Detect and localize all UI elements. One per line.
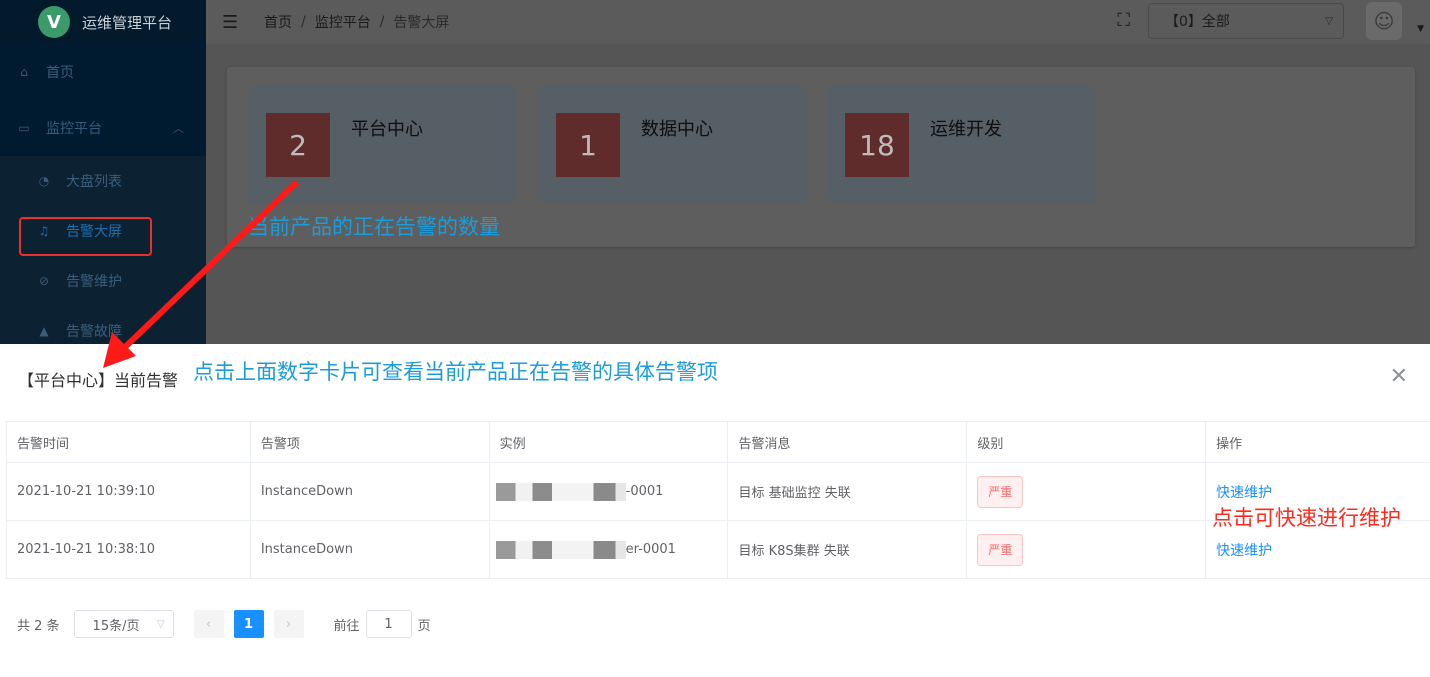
next-page-button[interactable]: › [273,610,304,638]
menu-toggle-icon[interactable]: ☰ [222,12,242,33]
redacted-block [495,482,626,501]
page-size-select[interactable]: 15条/页 ▽ [73,610,174,638]
chevron-up-icon: ︿ [173,122,184,135]
breadcrumb-monitor[interactable]: 监控平台 [315,12,371,32]
dialog-title: 【平台中心】当前告警 [18,371,179,390]
quick-maintain-link[interactable]: 快速维护 [1216,482,1272,502]
page-number[interactable]: 1 [233,610,264,638]
sidebar-item-dashboard-list[interactable]: ◔ 大盘列表 [0,156,206,206]
alert-count[interactable]: 2 [266,113,330,177]
breadcrumb-separator: / [301,14,306,30]
alert-message: 目标 K8S集群 失联 [728,521,968,578]
sidebar-item-monitor[interactable]: ▭ 监控平台 ︿ [0,100,206,156]
alert-message: 目标 基础监控 失联 [728,463,968,520]
sidebar-item-home[interactable]: ⌂ 首页 [0,44,206,100]
maintenance-icon: ⊘ [38,274,50,288]
column-header: 告警时间 [7,422,251,462]
caret-down-icon[interactable]: ▼ [1417,24,1424,34]
column-header: 操作 [1216,436,1243,452]
annotation-dialog-note: 点击上面数字卡片可查看当前产品正在告警的具体告警项 [193,360,718,384]
alert-item: InstanceDown [251,463,490,520]
instance-cell: -0001 [490,463,729,520]
main-area: 2 平台中心 1 数据中心 18 运维开发 [206,44,1430,344]
level-cell: 严重 [967,521,1207,578]
alert-count[interactable]: 1 [556,113,620,177]
chevron-down-icon: ▽ [1325,15,1333,27]
severity-tag: 严重 [977,475,1024,508]
instance-suffix: -0001 [625,484,664,499]
alert-table: 告警时间 告警项 实例 告警消息 级别 操作 2021-10-21 10:39:… [6,421,1430,579]
product-card[interactable]: 18 运维开发 [826,86,1096,204]
column-header: 实例 [490,422,729,462]
breadcrumb-separator: / [379,14,385,30]
card-title: 平台中心 [351,119,423,140]
annotation-action-note: 点击可快速进行维护 [1212,506,1401,530]
product-select[interactable]: 【0】全部 ▽ [1148,3,1344,39]
warning-icon: ▲ [39,324,49,338]
close-icon[interactable]: ✕ [1390,364,1408,389]
sidebar-item-label: 大盘列表 [66,174,122,190]
column-header: 告警消息 [728,422,968,462]
breadcrumb: 首页 / 监控平台 / 告警大屏 [264,12,449,32]
highlight-box [19,217,152,256]
sidebar-item-label: 监控平台 [46,121,102,137]
severity-tag: 严重 [977,533,1024,566]
goto-label: 前往 [333,618,360,634]
instance-suffix: er-0001 [625,542,676,557]
card-title: 运维开发 [930,119,1002,140]
product-select-value: 【0】全部 [1165,14,1230,30]
alert-time: 2021-10-21 10:38:10 [7,521,251,578]
sidebar-item-label: 首页 [46,65,74,81]
avatar[interactable]: ☺ [1366,2,1402,40]
alert-dialog: 【平台中心】当前告警 点击上面数字卡片可查看当前产品正在告警的具体告警项 ✕ 告… [0,344,1430,677]
sidebar-item-alert-maintenance[interactable]: ⊘ 告警维护 [0,256,206,306]
instance-cell: er-0001 [490,521,729,578]
column-header: 级别 [967,422,1207,462]
annotation-cards-note: 当前产品的正在告警的数量 [248,215,500,239]
column-header: 告警项 [251,422,490,462]
product-card[interactable]: 2 平台中心 [247,86,517,204]
app-title: 运维管理平台 [82,13,173,32]
page-unit-label: 页 [417,618,431,634]
breadcrumb-home[interactable]: 首页 [264,12,292,32]
chevron-down-icon: ▽ [156,618,165,630]
table-header-row: 告警时间 告警项 实例 告警消息 级别 操作 [7,422,1430,463]
quick-maintain-link[interactable]: 快速维护 [1216,540,1272,560]
fullscreen-icon[interactable]: ⛶ [1117,10,1130,31]
sidebar: V 运维管理平台 ⌂ 首页 ▭ 监控平台 ︿ ◔ 大盘列表 ♫ 告警大屏 ⊘ 告… [0,0,206,344]
alert-count[interactable]: 18 [845,113,909,177]
breadcrumb-current: 告警大屏 [393,15,450,31]
logo-badge: V [38,6,70,38]
pagination: 共 2 条 15条/页 ▽ ‹ 1 › 前往 1 页 [17,610,431,638]
prev-page-button[interactable]: ‹ [193,610,224,638]
goto-page-input[interactable]: 1 [365,610,412,638]
alert-time: 2021-10-21 10:39:10 [7,463,251,520]
total-count: 共 2 条 [17,618,60,634]
page-size-value: 15条/页 [92,618,140,634]
redacted-block [495,540,626,559]
monitor-icon: ▭ [18,121,30,135]
sidebar-item-alert-fault[interactable]: ▲ 告警故障 [0,306,206,344]
level-cell: 严重 [967,463,1207,520]
dashboard-icon: ◔ [38,174,50,188]
sidebar-item-label: 告警维护 [66,274,122,290]
card-title: 数据中心 [641,119,713,140]
product-card[interactable]: 1 数据中心 [537,86,807,204]
logo: V 运维管理平台 [0,0,206,44]
sidebar-item-label: 告警故障 [66,324,122,340]
alert-item: InstanceDown [251,521,490,578]
home-icon: ⌂ [20,65,28,79]
header: ☰ 首页 / 监控平台 / 告警大屏 ⛶ 【0】全部 ▽ ☺ ▼ [206,0,1430,44]
